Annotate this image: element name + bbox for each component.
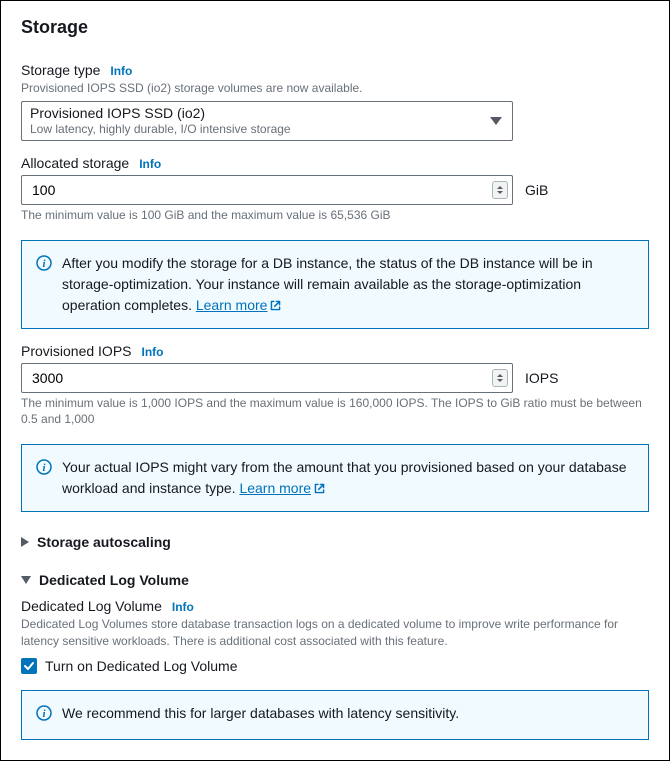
iops-variance-msg: Your actual IOPS might vary from the amo…: [62, 459, 626, 496]
triangle-down-icon: [21, 576, 31, 584]
panel-title: Storage: [21, 17, 649, 38]
storage-autoscaling-expander[interactable]: Storage autoscaling: [21, 534, 649, 550]
dlv-recommend-notice: i We recommend this for larger databases…: [21, 690, 649, 740]
dedicated-log-volume-checkbox-row[interactable]: Turn on Dedicated Log Volume: [21, 658, 649, 674]
svg-text:i: i: [42, 258, 46, 270]
iops-learn-more-link[interactable]: Learn more: [239, 480, 326, 496]
info-icon: i: [36, 253, 52, 316]
allocated-storage-label: Allocated storage: [21, 155, 129, 171]
storage-optimization-notice: i After you modify the storage for a DB …: [21, 240, 649, 329]
dedicated-log-volume-info-link[interactable]: Info: [172, 600, 194, 614]
dedicated-log-volume-checkbox-label: Turn on Dedicated Log Volume: [45, 658, 238, 674]
allocated-storage-info-link[interactable]: Info: [139, 157, 161, 171]
allocated-storage-input[interactable]: [30, 181, 486, 199]
dlv-recommend-text: We recommend this for larger databases w…: [62, 703, 459, 727]
storage-optimization-text: After you modify the storage for a DB in…: [62, 253, 634, 316]
allocated-storage-unit: GiB: [525, 182, 548, 198]
storage-type-field: Storage type Info Provisioned IOPS SSD (…: [21, 62, 649, 141]
provisioned-iops-unit: IOPS: [525, 370, 558, 386]
external-link-icon: [269, 299, 282, 312]
svg-text:i: i: [42, 708, 46, 720]
learn-more-label: Learn more: [239, 480, 311, 496]
allocated-storage-input-wrap: [21, 175, 513, 205]
dedicated-log-volume-checkbox[interactable]: [21, 658, 37, 674]
storage-optimization-msg: After you modify the storage for a DB in…: [62, 255, 593, 313]
info-icon: i: [36, 703, 52, 727]
allocated-storage-helper: The minimum value is 100 GiB and the max…: [21, 207, 649, 224]
svg-text:i: i: [42, 462, 46, 474]
panel-body: Storage type Info Provisioned IOPS SSD (…: [1, 62, 669, 760]
provisioned-iops-field: Provisioned IOPS Info IOPS The minimum v…: [21, 343, 649, 429]
info-icon: i: [36, 457, 52, 499]
panel-header: Storage: [1, 1, 669, 48]
dedicated-log-volume-label: Dedicated Log Volume: [21, 598, 162, 614]
allocated-storage-stepper[interactable]: [492, 181, 508, 199]
storage-type-select[interactable]: Provisioned IOPS SSD (io2) Low latency, …: [21, 101, 513, 141]
storage-type-label: Storage type: [21, 62, 100, 78]
provisioned-iops-input-wrap: [21, 363, 513, 393]
dedicated-log-volume-title: Dedicated Log Volume: [39, 572, 189, 588]
iops-variance-notice: i Your actual IOPS might vary from the a…: [21, 444, 649, 512]
storage-type-selected-value: Provisioned IOPS SSD (io2): [30, 105, 291, 122]
dedicated-log-volume-section: Dedicated Log Volume Info Dedicated Log …: [21, 598, 649, 674]
storage-type-selected-sub: Low latency, highly durable, I/O intensi…: [30, 122, 291, 136]
triangle-right-icon: [21, 537, 29, 547]
provisioned-iops-input[interactable]: [30, 369, 486, 387]
storage-autoscaling-title: Storage autoscaling: [37, 534, 171, 550]
storage-type-helper: Provisioned IOPS SSD (io2) storage volum…: [21, 80, 649, 97]
allocated-storage-field: Allocated storage Info GiB The minimum v…: [21, 155, 649, 224]
caret-down-icon: [490, 117, 502, 125]
external-link-icon: [313, 482, 326, 495]
storage-type-info-link[interactable]: Info: [110, 64, 132, 78]
storage-panel: Storage Storage type Info Provisioned IO…: [0, 0, 670, 761]
iops-variance-text: Your actual IOPS might vary from the amo…: [62, 457, 634, 499]
provisioned-iops-helper: The minimum value is 1,000 IOPS and the …: [21, 395, 649, 429]
storage-optimization-learn-more-link[interactable]: Learn more: [196, 297, 283, 313]
provisioned-iops-stepper[interactable]: [492, 369, 508, 387]
dedicated-log-volume-helper: Dedicated Log Volumes store database tra…: [21, 616, 649, 650]
learn-more-label: Learn more: [196, 297, 268, 313]
provisioned-iops-info-link[interactable]: Info: [142, 345, 164, 359]
dedicated-log-volume-expander[interactable]: Dedicated Log Volume: [21, 572, 649, 588]
provisioned-iops-label: Provisioned IOPS: [21, 343, 132, 359]
